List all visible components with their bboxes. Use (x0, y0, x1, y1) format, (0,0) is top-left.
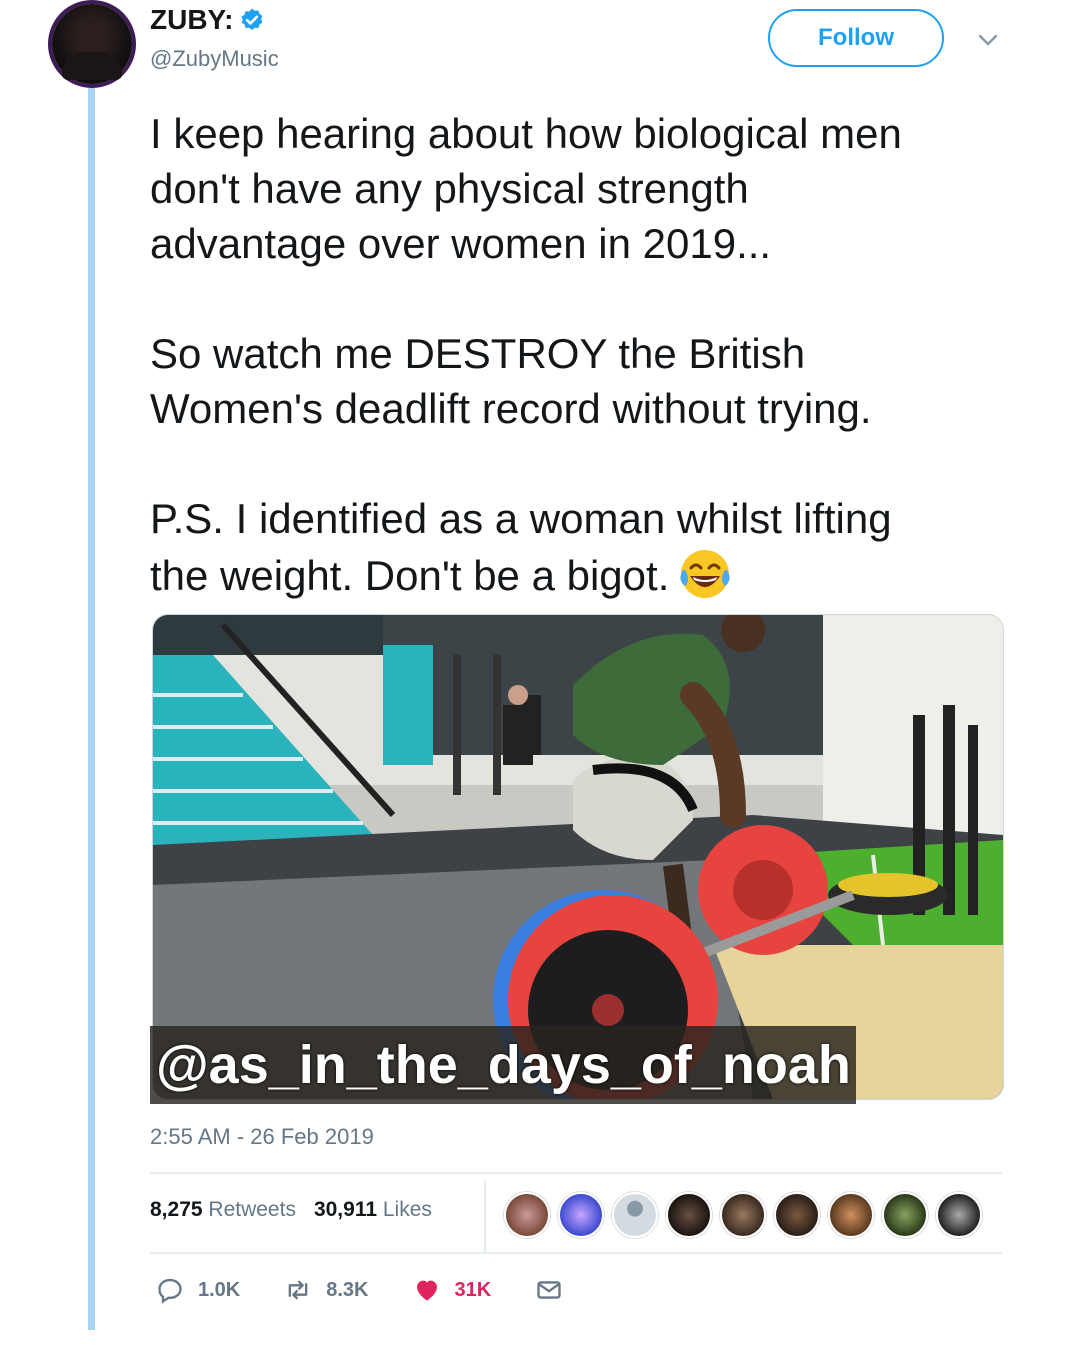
liker-avatar-default[interactable] (612, 1192, 658, 1238)
like-count: 31K (454, 1278, 492, 1301)
avatar-face (76, 18, 108, 56)
tweet-actions: 1.0K 8.3K 31K (156, 1276, 607, 1304)
retweets-count: 8,275 (150, 1198, 203, 1221)
liker-avatar[interactable] (882, 1192, 928, 1238)
reply-button[interactable]: 1.0K (156, 1276, 240, 1304)
liker-avatar[interactable] (558, 1192, 604, 1238)
reply-icon (158, 1278, 182, 1304)
likes-label: Likes (382, 1198, 432, 1221)
tweet-text: I keep hearing about how biological men … (150, 106, 1030, 603)
user-name-row: ZUBY: (150, 4, 265, 36)
user-display-name[interactable]: ZUBY: (150, 4, 233, 36)
follow-button[interactable]: Follow (768, 9, 944, 67)
liker-avatar[interactable] (774, 1192, 820, 1238)
liker-avatars (504, 1192, 982, 1238)
engagement-stats: 8,275 Retweets 30,911 Likes (150, 1198, 432, 1222)
laughing-tears-emoji-icon (680, 550, 730, 598)
reply-count: 1.0K (198, 1278, 241, 1301)
avatar-shoulders (62, 52, 122, 80)
tweet-body: I keep hearing about how biological men … (150, 110, 902, 599)
liker-avatar[interactable] (666, 1192, 712, 1238)
liker-avatar[interactable] (720, 1192, 766, 1238)
divider-top (150, 1172, 1002, 1174)
divider-bottom (150, 1252, 1002, 1254)
stats-separator (484, 1180, 486, 1252)
liker-avatar[interactable] (936, 1192, 982, 1238)
retweet-icon (288, 1280, 308, 1300)
likes-stat[interactable]: 30,911 Likes (314, 1198, 432, 1222)
thread-line (88, 88, 95, 1330)
retweet-button[interactable]: 8.3K (284, 1276, 369, 1304)
like-button[interactable]: 31K (413, 1276, 492, 1304)
likes-count: 30,911 (313, 1198, 378, 1221)
watermark-overlay: @as_in_the_days_of_noah (150, 1026, 856, 1104)
heart-icon (416, 1280, 437, 1301)
liker-avatar[interactable] (504, 1192, 550, 1238)
retweets-label: Retweets (208, 1198, 296, 1221)
chevron-down-icon[interactable] (976, 28, 1000, 52)
avatar[interactable] (52, 4, 132, 84)
retweet-count: 8.3K (326, 1278, 369, 1301)
retweets-stat[interactable]: 8,275 Retweets (150, 1198, 296, 1222)
tweet-timestamp[interactable]: 2:55 AM - 26 Feb 2019 (150, 1124, 374, 1150)
envelope-icon (537, 1281, 561, 1299)
user-handle[interactable]: @ZubyMusic (150, 46, 279, 72)
verified-badge-icon (241, 8, 263, 30)
direct-message-button[interactable] (535, 1276, 563, 1304)
liker-avatar[interactable] (828, 1192, 874, 1238)
